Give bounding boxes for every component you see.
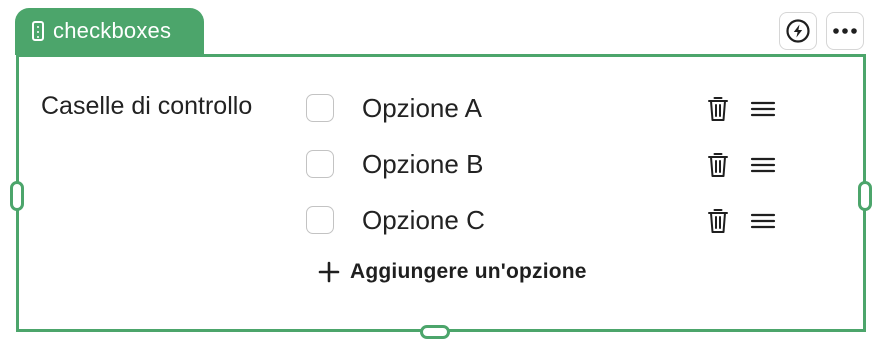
block-type-label: checkboxes — [53, 17, 172, 43]
field-label: Caselle di controllo — [41, 92, 253, 120]
resize-handle-left[interactable] — [10, 181, 24, 211]
trash-icon[interactable] — [706, 207, 730, 235]
option-row: Opzione B — [306, 145, 786, 185]
option-checkbox[interactable] — [306, 206, 334, 234]
add-option-button[interactable]: Aggiungere un'opzione — [318, 258, 587, 286]
block-type-tag: checkboxes — [15, 8, 204, 55]
option-checkbox[interactable] — [306, 94, 334, 122]
option-row: Opzione A — [306, 89, 786, 129]
resize-handle-bottom[interactable] — [420, 325, 450, 339]
option-label[interactable]: Opzione C — [362, 201, 485, 239]
drag-handle-icon[interactable] — [750, 155, 776, 175]
option-row: Opzione C — [306, 201, 786, 241]
lightning-circle-icon — [786, 19, 810, 43]
more-options-button[interactable] — [826, 12, 864, 50]
option-label[interactable]: Opzione A — [362, 89, 482, 127]
option-checkbox[interactable] — [306, 150, 334, 178]
option-label[interactable]: Opzione B — [362, 145, 483, 183]
trash-icon[interactable] — [706, 151, 730, 179]
add-option-label: Aggiungere un'opzione — [350, 260, 587, 283]
actions-button[interactable] — [779, 12, 817, 50]
more-horizontal-icon — [833, 28, 857, 34]
drag-handle-icon[interactable] — [750, 99, 776, 119]
resize-handle-right[interactable] — [858, 181, 872, 211]
plus-icon — [318, 261, 340, 283]
vertical-dots-icon — [32, 20, 44, 41]
trash-icon[interactable] — [706, 95, 730, 123]
drag-handle-icon[interactable] — [750, 211, 776, 231]
